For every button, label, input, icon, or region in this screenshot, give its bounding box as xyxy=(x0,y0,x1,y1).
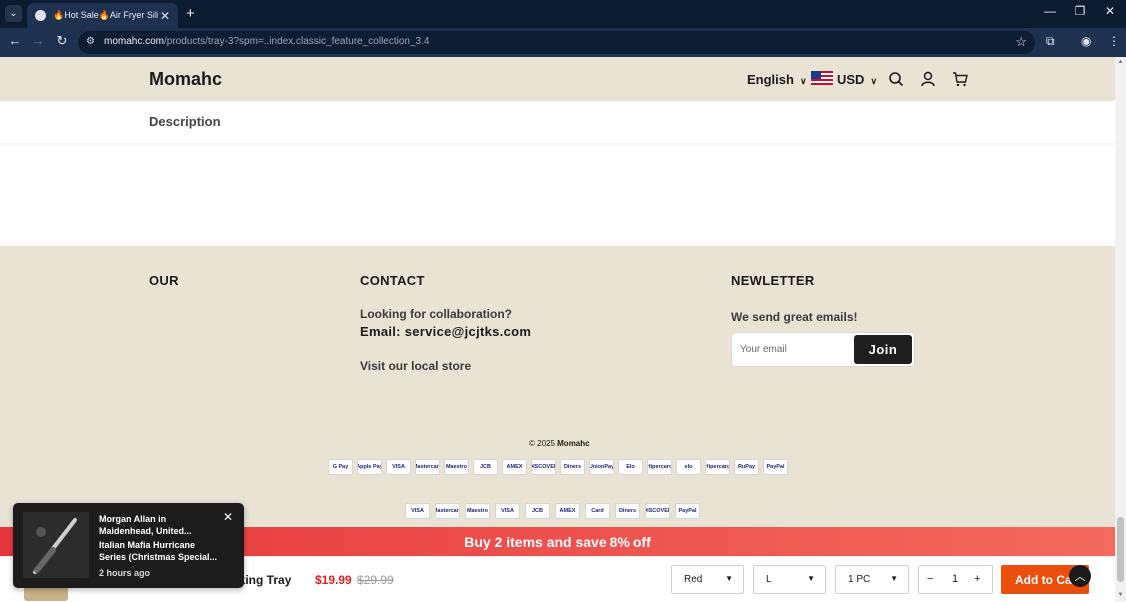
tab-search-menu-button[interactable]: ⌄ xyxy=(5,5,22,22)
footer-our-heading: OUR xyxy=(149,273,179,288)
newsletter-text: We send great emails! xyxy=(731,310,858,324)
compare-price: $29.99 xyxy=(357,573,394,587)
scroll-up-icon[interactable]: ▲ xyxy=(1117,59,1124,65)
buyer-name: Morgan Allan in Maidenhead, United... xyxy=(99,514,192,536)
payment-method-icon: DISCOVER xyxy=(531,459,556,475)
payment-method-icon: Hipercard xyxy=(647,459,672,475)
browser-menu-icon[interactable]: ⋮ xyxy=(1108,34,1120,48)
back-to-top-button[interactable]: ︿ xyxy=(1069,565,1091,587)
join-button[interactable]: Join xyxy=(854,335,912,364)
payment-method-icon: Hipercard xyxy=(705,459,730,475)
footer-contact-heading: CONTACT xyxy=(360,273,425,288)
contact-email[interactable]: Email: service@jcjtks.com xyxy=(360,324,531,339)
extensions-icon[interactable]: ⧉ xyxy=(1046,34,1055,49)
scroll-down-icon[interactable]: ▼ xyxy=(1117,592,1124,598)
payment-method-icon: UnionPay xyxy=(589,459,614,475)
cart-icon[interactable] xyxy=(952,71,968,87)
account-icon[interactable] xyxy=(920,71,936,87)
new-tab-button[interactable]: + xyxy=(186,5,195,22)
site-header: Momahc English ∨ USD ∨ xyxy=(0,57,1115,101)
purchase-time: 2 hours ago xyxy=(99,568,151,578)
copyright-text: © 2025 Momahc xyxy=(529,439,590,448)
browser-tab-bar: ⌄ 🔥Hot Sale🔥Air Fryer Silicone ✕ + — ❐ ✕ xyxy=(0,0,1126,28)
payment-method-icon: Card xyxy=(585,503,610,519)
payment-icons-row-secondary: VISA Mastercard Maestro VISA JCB AMEX Card Dine… xyxy=(405,503,700,519)
us-flag-icon xyxy=(811,71,833,85)
profile-icon[interactable]: ◉ xyxy=(1081,34,1091,48)
chevron-up-icon: ︿ xyxy=(1074,571,1086,583)
newsletter-form: Join xyxy=(731,332,915,367)
payment-method-icon: PayPal xyxy=(675,503,700,519)
payment-method-icon: Mastercard xyxy=(435,503,460,519)
payment-icons-row: G PayApple PayVISAMastercardMaestroJCBAM… xyxy=(328,459,788,475)
payment-method-icon: G Pay xyxy=(328,459,353,475)
newsletter-email-input[interactable] xyxy=(732,333,852,366)
description-tab-bar: Description xyxy=(0,101,1115,143)
language-selector[interactable]: English ∨ xyxy=(747,72,807,87)
scrollbar-thumb[interactable] xyxy=(1117,517,1124,582)
visit-store-link[interactable]: Visit our local store xyxy=(360,359,471,373)
payment-method-icon: Maestro xyxy=(465,503,490,519)
payment-method-icon: AMEX xyxy=(555,503,580,519)
chevron-down-icon: ∨ xyxy=(799,76,807,86)
payment-method-icon: PayPal xyxy=(763,459,788,475)
restore-icon[interactable]: ❐ xyxy=(1070,4,1090,18)
page-scrollbar[interactable]: ▲ ▼ xyxy=(1115,57,1126,602)
minimize-icon[interactable]: — xyxy=(1040,4,1060,18)
payment-method-icon: Apple Pay xyxy=(357,459,382,475)
web-page: Momahc English ∨ USD ∨ Description OUR CON… xyxy=(0,57,1115,602)
reload-icon[interactable]: ↻ xyxy=(53,33,71,49)
caret-down-icon: ▼ xyxy=(725,574,733,583)
payment-method-icon: Diners xyxy=(560,459,585,475)
qty-decrease-button[interactable]: − xyxy=(927,573,933,585)
payment-method-icon: JCB xyxy=(473,459,498,475)
qty-value[interactable]: 1 xyxy=(952,573,958,585)
payment-method-icon: DISCOVER xyxy=(645,503,670,519)
tab-close-icon[interactable]: ✕ xyxy=(158,9,172,23)
bookmark-star-icon[interactable]: ☆ xyxy=(1015,34,1027,50)
payment-method-icon: RuPay xyxy=(734,459,759,475)
tab-title: 🔥Hot Sale🔥Air Fryer Silicone xyxy=(53,10,158,20)
back-arrow-icon[interactable]: ← xyxy=(6,33,24,48)
qty-increase-button[interactable]: + xyxy=(974,573,980,585)
product-price: $19.99 xyxy=(315,573,352,587)
collaboration-text: Looking for collaboration? xyxy=(360,307,512,321)
payment-method-icon: elo xyxy=(676,459,701,475)
pack-select[interactable]: 1 PC ▼ xyxy=(835,565,909,594)
color-select[interactable]: Red ▼ xyxy=(671,565,744,594)
description-tab[interactable]: Description xyxy=(149,114,221,129)
payment-method-icon: Maestro xyxy=(444,459,469,475)
quantity-stepper: − 1 + xyxy=(918,565,993,594)
url-text[interactable]: momahc.com/products/tray-3?spm=..index.c… xyxy=(104,36,429,47)
forward-arrow-icon[interactable]: → xyxy=(29,33,47,48)
browser-toolbar: ← → ↻ ⚙ momahc.com/products/tray-3?spm=.… xyxy=(0,28,1126,57)
size-select[interactable]: L ▼ xyxy=(753,565,826,594)
product-image xyxy=(23,512,89,578)
payment-method-icon: VISA xyxy=(495,503,520,519)
payment-method-icon: Diners xyxy=(615,503,640,519)
payment-method-icon: VISA xyxy=(405,503,430,519)
payment-method-icon: Elo xyxy=(618,459,643,475)
caret-down-icon: ▼ xyxy=(890,574,898,583)
caret-down-icon: ▼ xyxy=(807,574,815,583)
payment-method-icon: AMEX xyxy=(502,459,527,475)
site-logo[interactable]: Momahc xyxy=(149,69,222,90)
purchased-product[interactable]: Italian Mafia Hurricane Series (Christma… xyxy=(99,539,224,563)
payment-method-icon: Mastercard xyxy=(415,459,440,475)
site-info-icon[interactable]: ⚙ xyxy=(86,36,95,47)
browser-tab-active[interactable]: 🔥Hot Sale🔥Air Fryer Silicone ✕ xyxy=(27,3,178,28)
footer-newsletter-heading: NEWLETTER xyxy=(731,273,815,288)
popup-close-icon[interactable]: ✕ xyxy=(223,510,233,524)
chevron-down-icon: ∨ xyxy=(870,76,878,86)
currency-selector[interactable]: USD ∨ xyxy=(837,72,877,87)
search-icon[interactable] xyxy=(888,71,904,87)
payment-method-icon: VISA xyxy=(386,459,411,475)
window-close-icon[interactable]: ✕ xyxy=(1100,4,1120,18)
tab-favicon-icon xyxy=(35,10,46,21)
recent-purchase-popup[interactable]: Morgan Allan in Maidenhead, United... It… xyxy=(13,503,244,588)
address-bar[interactable]: ⚙ momahc.com/products/tray-3?spm=..index… xyxy=(78,31,1035,54)
payment-method-icon: JCB xyxy=(525,503,550,519)
